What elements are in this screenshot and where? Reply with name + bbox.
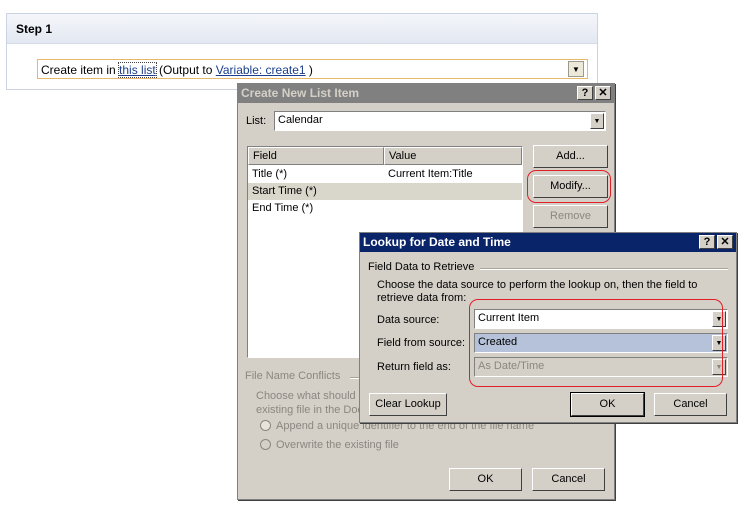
column-header-value[interactable]: Value (384, 147, 522, 165)
create-dialog-title: Create New List Item (241, 86, 360, 100)
field-source-label: Field from source: (377, 337, 466, 349)
return-field-label: Return field as: (377, 361, 451, 373)
row-field: Start Time (*) (252, 185, 317, 197)
workflow-step-panel: Step 1 Create item in this list (Output … (6, 13, 598, 90)
data-source-label: Data source: (377, 314, 440, 326)
row-field: End Time (*) (252, 202, 314, 214)
row-value: Current Item:Title (388, 168, 473, 180)
conflicts-description-2: existing file in the Doc (256, 404, 363, 416)
list-row[interactable]: Title (*) Current Item:Title (248, 166, 522, 183)
lookup-highlight-ring (469, 299, 723, 387)
list-row-selected[interactable]: Start Time (*) (248, 183, 522, 200)
row-field: Title (*) (252, 168, 288, 180)
variable-link[interactable]: Variable: create1 (216, 63, 306, 77)
group-label: Field Data to Retrieve (368, 261, 475, 273)
list-select-value: Calendar (278, 114, 323, 126)
modify-highlight-ring (527, 170, 611, 203)
this-list-link[interactable]: this list (118, 62, 157, 78)
cancel-button[interactable]: Cancel (654, 393, 727, 416)
output-text: (Output to (155, 63, 216, 77)
add-button[interactable]: Add... (533, 145, 608, 168)
close-icon[interactable]: ✕ (717, 235, 733, 249)
action-prefix: Create item in (41, 63, 120, 77)
append-radio (260, 420, 271, 431)
close-paren: ) (305, 63, 313, 77)
step-action-sentence[interactable]: Create item in this list (Output to Vari… (37, 59, 588, 79)
help-icon[interactable]: ? (577, 86, 593, 100)
close-icon[interactable]: ✕ (595, 86, 611, 100)
step-title: Step 1 (7, 14, 597, 44)
lookup-dialog-titlebar: Lookup for Date and Time (360, 233, 736, 252)
group-divider (480, 268, 728, 270)
conflicts-description-1: Choose what should h (256, 390, 365, 402)
column-header-field[interactable]: Field (248, 147, 384, 165)
list-label: List: (246, 115, 267, 127)
remove-button: Remove (533, 205, 608, 228)
overwrite-radio (260, 439, 271, 450)
list-select[interactable]: Calendar (274, 111, 606, 131)
list-dropdown-icon[interactable]: ▼ (590, 113, 604, 129)
create-dialog-titlebar: Create New List Item (238, 84, 614, 103)
cancel-button[interactable]: Cancel (532, 468, 605, 491)
help-icon[interactable]: ? (699, 235, 715, 249)
action-dropdown-icon[interactable]: ▼ (568, 61, 584, 77)
lookup-dialog-title: Lookup for Date and Time (363, 235, 511, 249)
ok-button[interactable]: OK (570, 392, 645, 417)
conflicts-group-label: File Name Conflicts (245, 370, 341, 382)
ok-button[interactable]: OK (449, 468, 522, 491)
lookup-date-time-dialog: Lookup for Date and Time ? ✕ Field Data … (359, 232, 737, 423)
clear-lookup-button[interactable]: Clear Lookup (369, 393, 447, 416)
list-row[interactable]: End Time (*) (248, 200, 522, 217)
overwrite-option-label: Overwrite the existing file (276, 439, 399, 451)
